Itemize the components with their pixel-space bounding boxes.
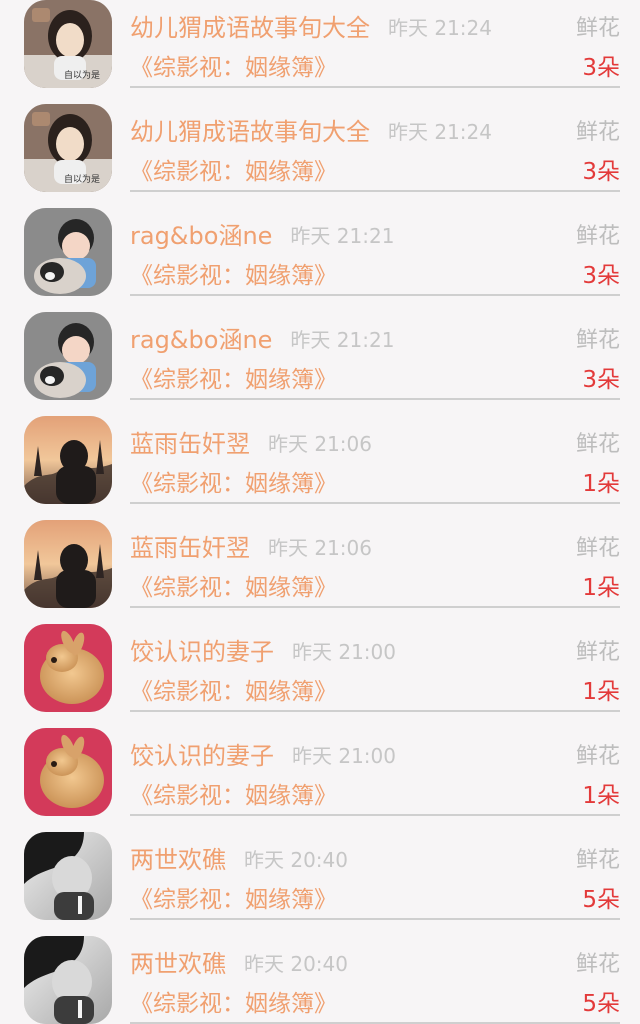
avatar[interactable] — [24, 832, 112, 920]
gift-count: 5朵 — [582, 887, 620, 913]
username[interactable]: 幼儿猬成语故事旬大全 — [130, 112, 370, 147]
gift-type-label: 鲜花 — [575, 536, 620, 561]
timestamp: 昨天 21:21 — [290, 328, 395, 352]
list-item[interactable]: rag&bo涵ne 昨天 21:21 鲜花《综影视：姻缘簿》 3朵 — [0, 208, 640, 312]
avatar[interactable] — [24, 520, 112, 608]
avatar[interactable]: 自以为是 — [24, 104, 112, 192]
gift-count: 1朵 — [582, 679, 620, 705]
book-title-link[interactable]: 《综影视：姻缘簿》 — [130, 464, 337, 498]
username[interactable]: 两世欢礁 — [130, 944, 226, 979]
list-item[interactable]: 自以为是 幼儿猬成语故事旬大全 昨天 21:24 鲜花《综影视：姻缘簿》 3朵 — [0, 104, 640, 208]
gift-count: 3朵 — [582, 263, 620, 289]
avatar[interactable] — [24, 208, 112, 296]
book-title-link[interactable]: 《综影视：姻缘簿》 — [130, 672, 337, 706]
gift-type-label: 鲜花 — [575, 224, 620, 249]
gift-type-label: 鲜花 — [575, 16, 620, 41]
list-item[interactable]: rag&bo涵ne 昨天 21:21 鲜花《综影视：姻缘簿》 3朵 — [0, 312, 640, 416]
timestamp: 昨天 20:40 — [244, 952, 348, 976]
username[interactable]: 蓝雨缶奸翌 — [130, 528, 250, 563]
timestamp: 昨天 21:00 — [292, 640, 396, 664]
timestamp: 昨天 21:06 — [268, 432, 372, 456]
avatar[interactable]: 自以为是 — [24, 0, 112, 88]
avatar[interactable] — [24, 624, 112, 712]
gift-type-label: 鲜花 — [575, 744, 620, 769]
avatar[interactable] — [24, 936, 112, 1024]
gift-type-label: 鲜花 — [575, 120, 620, 145]
book-title-link[interactable]: 《综影视：姻缘簿》 — [130, 152, 337, 186]
list-item[interactable]: 两世欢礁 昨天 20:40 鲜花《综影视：姻缘簿》 5朵 — [0, 832, 640, 936]
avatar[interactable] — [24, 312, 112, 400]
row-divider — [130, 814, 620, 816]
gift-type-label: 鲜花 — [575, 432, 620, 457]
timestamp: 昨天 21:06 — [268, 536, 372, 560]
gift-count: 1朵 — [582, 575, 620, 601]
timestamp: 昨天 21:24 — [388, 16, 492, 40]
username[interactable]: 幼儿猬成语故事旬大全 — [130, 8, 370, 43]
row-divider — [130, 294, 620, 296]
timestamp: 昨天 20:40 — [244, 848, 348, 872]
gift-count: 3朵 — [582, 159, 620, 185]
row-divider — [130, 710, 620, 712]
gift-type-label: 鲜花 — [575, 848, 620, 873]
username[interactable]: rag&bo涵ne — [130, 216, 272, 251]
username[interactable]: 饺认识的妻子 — [130, 632, 274, 667]
row-divider — [130, 190, 620, 192]
list-item[interactable]: 蓝雨缶奸翌 昨天 21:06 鲜花《综影视：姻缘簿》 1朵 — [0, 520, 640, 624]
book-title-link[interactable]: 《综影视：姻缘簿》 — [130, 776, 337, 810]
row-divider — [130, 606, 620, 608]
username[interactable]: 两世欢礁 — [130, 840, 226, 875]
book-title-link[interactable]: 《综影视：姻缘簿》 — [130, 48, 337, 82]
book-title-link[interactable]: 《综影视：姻缘簿》 — [130, 360, 337, 394]
row-divider — [130, 502, 620, 504]
avatar[interactable] — [24, 416, 112, 504]
avatar[interactable] — [24, 728, 112, 816]
row-divider — [130, 86, 620, 88]
gift-count: 1朵 — [582, 783, 620, 809]
book-title-link[interactable]: 《综影视：姻缘簿》 — [130, 984, 337, 1018]
timestamp: 昨天 21:21 — [290, 224, 395, 248]
username[interactable]: rag&bo涵ne — [130, 320, 272, 355]
timestamp: 昨天 21:00 — [292, 744, 396, 768]
gift-count: 1朵 — [582, 471, 620, 497]
book-title-link[interactable]: 《综影视：姻缘簿》 — [130, 256, 337, 290]
gift-type-label: 鲜花 — [575, 640, 620, 665]
list-item[interactable]: 蓝雨缶奸翌 昨天 21:06 鲜花《综影视：姻缘簿》 1朵 — [0, 416, 640, 520]
book-title-link[interactable]: 《综影视：姻缘簿》 — [130, 880, 337, 914]
gift-count: 5朵 — [582, 991, 620, 1017]
avatar-caption: 自以为是 — [64, 69, 100, 81]
list-item[interactable]: 饺认识的妻子 昨天 21:00 鲜花《综影视：姻缘簿》 1朵 — [0, 624, 640, 728]
row-divider — [130, 918, 620, 920]
timestamp: 昨天 21:24 — [388, 120, 492, 144]
gift-type-label: 鲜花 — [575, 952, 620, 977]
gift-count: 3朵 — [582, 55, 620, 81]
list-item[interactable]: 饺认识的妻子 昨天 21:00 鲜花《综影视：姻缘簿》 1朵 — [0, 728, 640, 832]
avatar-caption: 自以为是 — [64, 173, 100, 185]
gift-count: 3朵 — [582, 367, 620, 393]
book-title-link[interactable]: 《综影视：姻缘簿》 — [130, 568, 337, 602]
row-divider — [130, 398, 620, 400]
list-item[interactable]: 两世欢礁 昨天 20:40 鲜花《综影视：姻缘簿》 5朵 — [0, 936, 640, 1024]
list-item[interactable]: 自以为是 幼儿猬成语故事旬大全 昨天 21:24 鲜花《综影视：姻缘簿》 3朵 — [0, 0, 640, 104]
username[interactable]: 饺认识的妻子 — [130, 736, 274, 771]
gift-type-label: 鲜花 — [575, 328, 620, 353]
gift-record-list: 自以为是 幼儿猬成语故事旬大全 昨天 21:24 鲜花 《综影视：姻缘簿》 3朵 自以为… — [0, 0, 640, 1024]
username[interactable]: 蓝雨缶奸翌 — [130, 424, 250, 459]
